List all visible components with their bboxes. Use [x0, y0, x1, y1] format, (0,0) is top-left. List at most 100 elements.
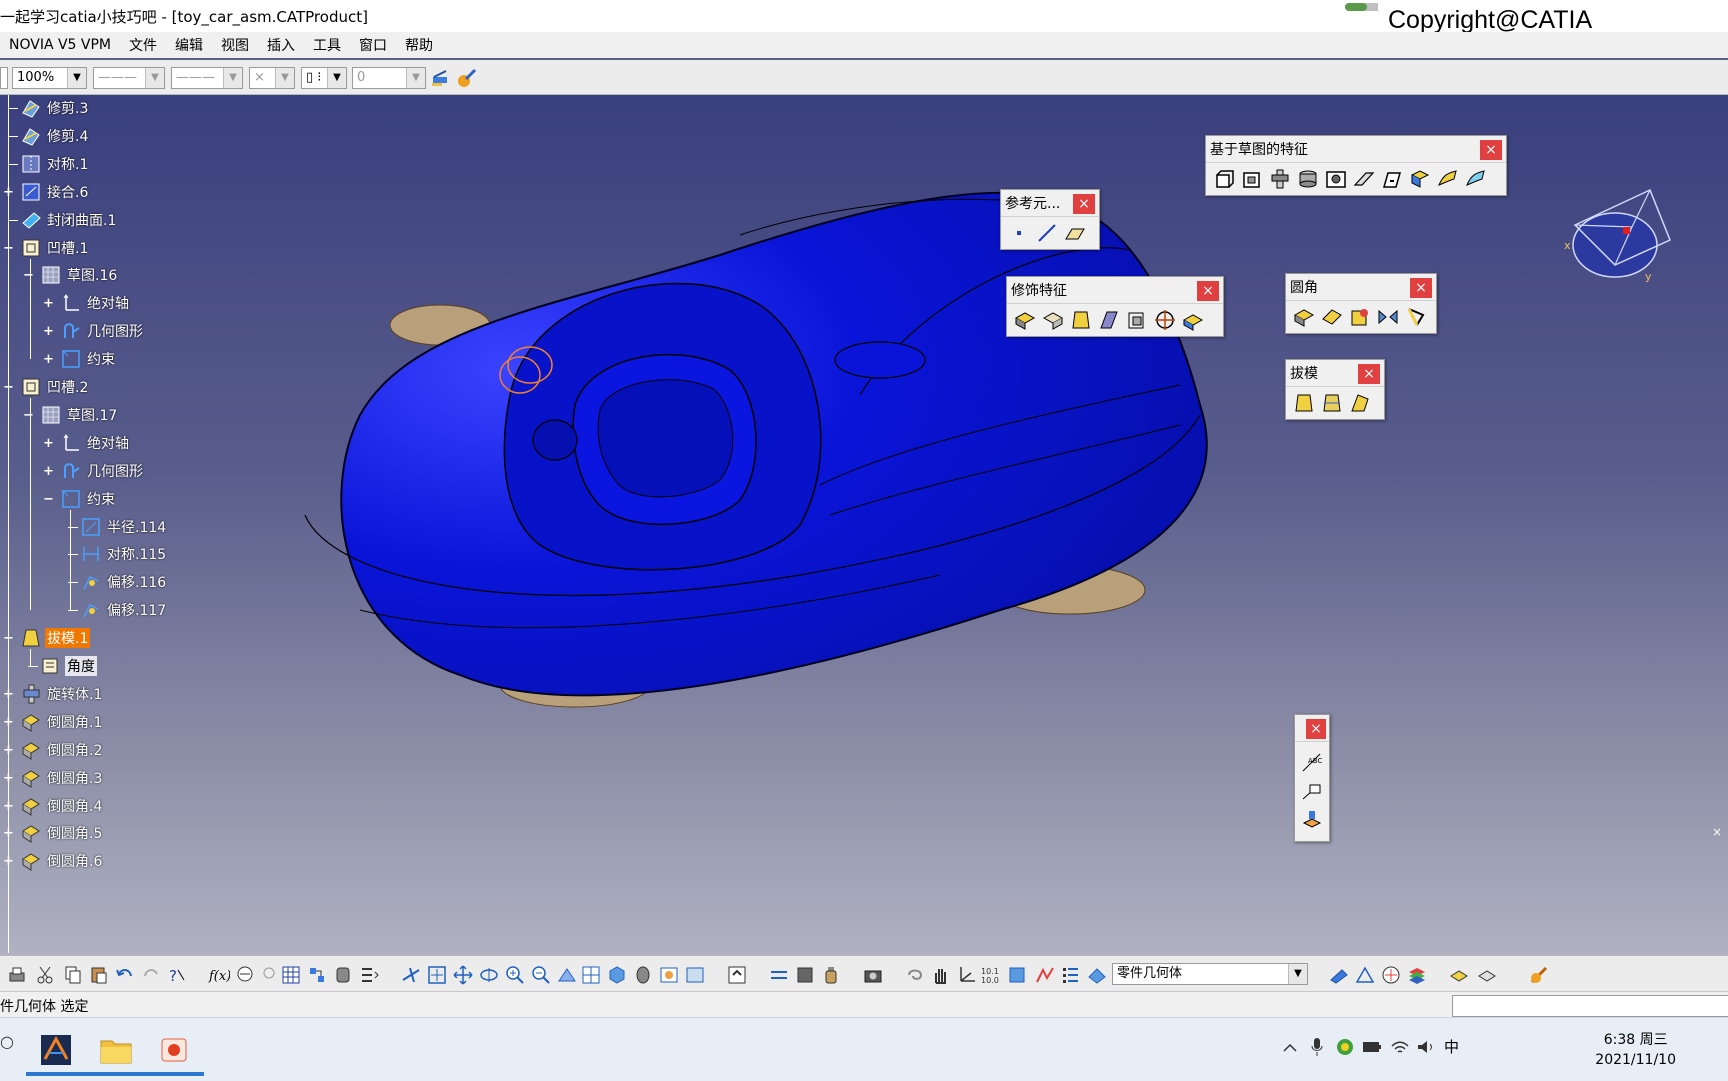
shell-icon[interactable] — [1097, 308, 1121, 332]
tree-item[interactable]: 旋转体.1 — [20, 683, 104, 705]
3d-viewport[interactable]: x y 修剪.3 修剪.4 对称.1 + 接合.6 封闭曲面.1− 凹槽.1− 草图.16 + 绝… — [0, 95, 1728, 955]
zoom-select[interactable]: 100% ▼ — [12, 67, 87, 89]
axis-system-icon[interactable] — [956, 964, 978, 986]
tree-item[interactable]: 草图.17 — [40, 404, 119, 426]
tree-item[interactable]: 倒圆角.3 — [20, 767, 104, 789]
menu-window[interactable]: 窗口 — [350, 35, 396, 55]
edge-fillet-icon[interactable] — [1013, 308, 1037, 332]
tree-expander[interactable]: + — [3, 716, 14, 729]
measure-icon[interactable] — [332, 964, 354, 986]
tree-expander[interactable]: + — [3, 772, 14, 785]
close-button[interactable]: × — [1306, 719, 1326, 739]
slot-icon[interactable] — [1380, 167, 1404, 191]
product-icon[interactable] — [1476, 964, 1498, 986]
analysis-icon[interactable] — [1034, 964, 1056, 986]
tree-expander[interactable]: + — [3, 855, 14, 868]
tree-expander[interactable]: + — [3, 744, 14, 757]
zoom-out-icon[interactable] — [530, 964, 552, 986]
close-button[interactable]: × — [1358, 364, 1380, 384]
thickness-icon[interactable] — [1125, 308, 1149, 332]
menu-tools[interactable]: 工具 — [304, 35, 350, 55]
tree-item[interactable]: 草图.16 — [40, 264, 119, 286]
tree-expander[interactable]: + — [43, 465, 54, 478]
sketch-analysis-icon[interactable] — [1380, 964, 1402, 986]
tree-expander[interactable]: − — [3, 381, 14, 394]
tree-expander[interactable]: + — [3, 688, 14, 701]
taskbar-explorer-app[interactable] — [86, 1024, 146, 1076]
layer-select[interactable]: 0 ▼ — [352, 67, 426, 89]
tree-item[interactable]: 偏移.117 — [80, 599, 168, 621]
tree-item[interactable]: 修剪.3 — [20, 97, 90, 119]
paste-icon[interactable] — [88, 964, 110, 986]
tree-expander[interactable]: + — [43, 297, 54, 310]
face-face-fillet-icon[interactable] — [1348, 305, 1372, 329]
hand-icon[interactable] — [930, 964, 952, 986]
update-icon[interactable] — [726, 964, 748, 986]
redo-icon[interactable] — [140, 964, 162, 986]
formula-icon[interactable]: f(x) — [208, 964, 230, 986]
groove-icon[interactable] — [1296, 167, 1320, 191]
point-symbol-select[interactable]: × ▼ — [249, 67, 295, 89]
tree-item[interactable]: 几何图形 — [60, 460, 145, 482]
tree-item[interactable]: 半径.114 — [80, 516, 168, 538]
multi-section-solid-icon[interactable] — [1436, 167, 1460, 191]
tree-item[interactable]: 对称.1 — [20, 153, 90, 175]
copy-icon[interactable] — [62, 964, 84, 986]
taskbar-catia-app[interactable] — [26, 1024, 86, 1076]
tree-item[interactable]: 倒圆角.5 — [20, 822, 104, 844]
apply-material-icon[interactable] — [1328, 964, 1350, 986]
fit-all-icon[interactable] — [426, 964, 448, 986]
shading-icon[interactable] — [632, 964, 654, 986]
tree-item[interactable]: 偏移.116 — [80, 571, 168, 593]
scan-icon[interactable] — [1006, 964, 1028, 986]
tree-item[interactable]: 对称.115 — [80, 543, 168, 565]
normal-view-icon[interactable] — [556, 964, 578, 986]
ime-indicator[interactable]: 中 — [1444, 1036, 1459, 1057]
dimension-constraint-icon[interactable]: ABC — [1300, 751, 1324, 775]
isometric-view-icon[interactable] — [606, 964, 628, 986]
variable-draft-icon[interactable] — [1348, 391, 1372, 415]
pocket-icon[interactable] — [1240, 167, 1264, 191]
pad-icon[interactable] — [1212, 167, 1236, 191]
close-button[interactable]: × — [1480, 140, 1502, 160]
remove-face-icon[interactable] — [1181, 308, 1205, 332]
tree-item[interactable]: 修剪.4 — [20, 125, 90, 147]
hole-icon[interactable] — [1324, 167, 1348, 191]
tritangent-fillet-icon[interactable] — [1376, 305, 1400, 329]
tree-expander[interactable]: − — [3, 242, 14, 255]
tree-item[interactable]: 封闭曲面.1 — [20, 209, 118, 231]
fillet-extra-icon[interactable] — [1404, 305, 1428, 329]
tree-item[interactable]: 凹槽.2 — [20, 376, 90, 398]
tree-item[interactable]: 拔模.1 — [20, 627, 91, 649]
tree-expander[interactable]: + — [3, 800, 14, 813]
toolbar-header[interactable]: 修饰特征 — [1007, 277, 1223, 304]
rib-icon[interactable] — [1352, 167, 1376, 191]
search-icon[interactable]: ○ — [0, 1032, 14, 1051]
part-design-icon[interactable] — [1448, 964, 1470, 986]
reorder-icon[interactable] — [358, 964, 380, 986]
draft-reflect-line-icon[interactable] — [1320, 391, 1344, 415]
line-thickness-select[interactable]: ——— ▼ — [93, 67, 165, 89]
line-icon[interactable] — [1035, 221, 1059, 245]
menu-insert[interactable]: 插入 — [258, 35, 304, 55]
cut-icon[interactable] — [34, 964, 56, 986]
draft-angle-icon[interactable] — [1292, 391, 1316, 415]
tree-expander[interactable]: + — [3, 827, 14, 840]
catalog-icon[interactable] — [306, 964, 328, 986]
close-button[interactable]: × — [1197, 281, 1219, 301]
taskbar-recorder-app[interactable] — [144, 1024, 204, 1076]
menu-help[interactable]: 帮助 — [396, 35, 442, 55]
camera-icon[interactable] — [862, 964, 884, 986]
rotate-icon[interactable] — [478, 964, 500, 986]
tree-expander[interactable]: − — [3, 632, 14, 645]
thread-icon[interactable] — [1153, 308, 1177, 332]
tree-expander[interactable]: − — [43, 493, 54, 506]
table-icon[interactable] — [280, 964, 302, 986]
chevron-up-icon[interactable] — [1282, 1040, 1298, 1056]
work-object-select[interactable]: 零件几何体 ▼ — [1112, 963, 1308, 985]
hide-show-icon[interactable] — [658, 964, 680, 986]
battery-icon[interactable] — [1362, 1040, 1382, 1054]
shaft-icon[interactable] — [1268, 167, 1292, 191]
wifi-icon[interactable] — [1390, 1038, 1410, 1056]
bottle-icon[interactable] — [820, 964, 842, 986]
